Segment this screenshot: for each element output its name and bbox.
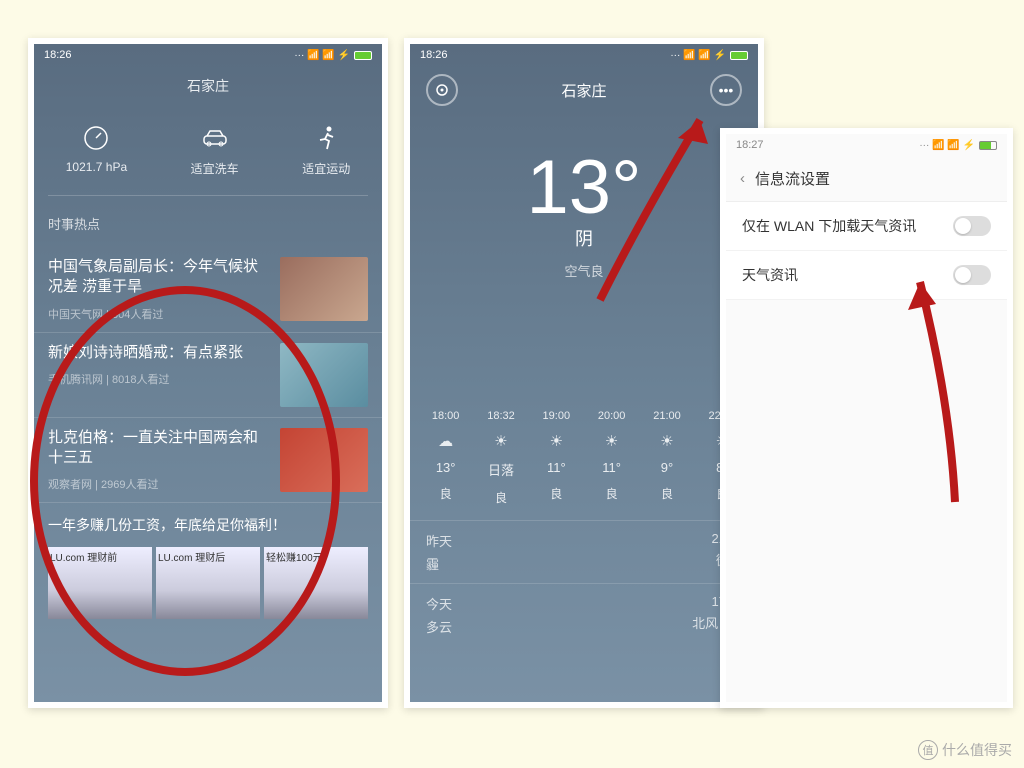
news-thumbnail	[280, 428, 368, 492]
ad-thumb: LU.com 理财前	[48, 547, 152, 619]
news-meta: 观察者网 | 2969人看过	[48, 476, 270, 492]
settings-wlan-item[interactable]: 仅在 WLAN 下加载天气资讯	[726, 202, 1007, 251]
ad-thumb: 轻松赚100元	[264, 547, 368, 619]
metric-pressure[interactable]: 1021.7 hPa	[66, 124, 127, 177]
news-title: 扎克伯格：一直关注中国两会和十三五	[48, 428, 270, 469]
status-icons: ··· 📶 📶 ⚡	[670, 50, 748, 61]
weather-icon: ☁	[432, 432, 460, 450]
hour-item: 18:32 ☀ 日落 良	[487, 410, 515, 506]
daily-row[interactable]: 昨天 霾 21° 9 微风	[410, 520, 758, 583]
watermark-icon: 值	[918, 740, 938, 760]
news-section-title: 时事热点	[34, 196, 382, 247]
news-meta: 中国天气网 | 304人看过	[48, 306, 270, 322]
toggle-switch[interactable]	[953, 216, 991, 236]
temperature: 13°	[410, 144, 758, 231]
news-item[interactable]: 新娘刘诗诗晒婚戒：有点紧张 手机腾讯网 | 8018人看过	[34, 333, 382, 418]
location-button[interactable]	[426, 74, 458, 106]
news-title: 中国气象局副局长：今年气候状况差 涝重于旱	[48, 257, 270, 298]
weather-topbar: 石家庄 •••	[410, 66, 758, 114]
daily-row[interactable]: 今天 多云 17° 8 北风 3级	[410, 583, 758, 646]
toggle-switch[interactable]	[953, 265, 991, 285]
news-item[interactable]: 扎克伯格：一直关注中国两会和十三五 观察者网 | 2969人看过	[34, 418, 382, 504]
status-bar: 18:26 ··· 📶 📶 ⚡	[410, 44, 758, 66]
metrics-row: 1021.7 hPa 适宜洗车 适宜运动	[34, 106, 382, 195]
metric-sport[interactable]: 适宜运动	[302, 124, 350, 177]
ad-strip[interactable]: LU.com 理财前 LU.com 理财后 轻松赚100元	[34, 541, 382, 625]
hour-item: 21:00 ☀ 9° 良	[653, 410, 681, 506]
city-title: 石家庄	[34, 66, 382, 106]
ad-title[interactable]: 一年多赚几份工资，年底给足你福利！	[34, 503, 382, 541]
hour-item: 19:00 ☀ 11° 良	[543, 410, 571, 506]
car-icon	[191, 124, 239, 152]
aqi[interactable]: 空气良	[410, 261, 758, 280]
running-icon	[302, 124, 350, 152]
status-time: 18:26	[420, 49, 448, 61]
gauge-icon	[66, 124, 127, 152]
hour-item: 20:00 ☀ 11° 良	[598, 410, 626, 506]
metric-label: 1021.7 hPa	[66, 160, 127, 174]
phone-news: 18:26 ··· 📶 📶 ⚡ 石家庄 1021.7 hPa 适宜洗车 适宜运动…	[28, 38, 388, 708]
hour-item: 18:00 ☁ 13° 良	[432, 410, 460, 506]
weather-icon: ☀	[653, 432, 681, 450]
news-thumbnail	[280, 257, 368, 321]
metric-carwash[interactable]: 适宜洗车	[191, 124, 239, 177]
status-time: 18:27	[736, 139, 764, 151]
news-meta: 手机腾讯网 | 8018人看过	[48, 371, 270, 387]
settings-item-label: 天气资讯	[742, 265, 798, 285]
status-bar: 18:27 ··· 📶 📶 ⚡	[726, 134, 1007, 156]
settings-title: 信息流设置	[755, 168, 830, 189]
city-title: 石家庄	[561, 80, 606, 101]
news-item[interactable]: 中国气象局副局长：今年气候状况差 涝重于旱 中国天气网 | 304人看过	[34, 247, 382, 333]
settings-header: ‹ 信息流设置	[726, 156, 1007, 202]
metric-label: 适宜洗车	[191, 160, 239, 177]
status-bar: 18:26 ··· 📶 📶 ⚡	[34, 44, 382, 66]
back-icon[interactable]: ‹	[740, 170, 745, 187]
status-time: 18:26	[44, 49, 72, 61]
weather-icon: ☀	[543, 432, 571, 450]
sunset-icon: ☀	[487, 432, 515, 450]
watermark: 值 什么值得买	[918, 740, 1012, 760]
hourly-forecast[interactable]: 18:00 ☁ 13° 良 18:32 ☀ 日落 良 19:00 ☀ 11° 良…	[410, 280, 758, 520]
news-thumbnail	[280, 343, 368, 407]
weather-icon: ☀	[598, 432, 626, 450]
settings-news-item[interactable]: 天气资讯	[726, 251, 1007, 300]
phone-settings: 18:27 ··· 📶 📶 ⚡ ‹ 信息流设置 仅在 WLAN 下加载天气资讯 …	[720, 128, 1013, 708]
ad-thumb: LU.com 理财后	[156, 547, 260, 619]
settings-item-label: 仅在 WLAN 下加载天气资讯	[742, 216, 916, 236]
metric-label: 适宜运动	[302, 160, 350, 177]
phone-weather: 18:26 ··· 📶 📶 ⚡ 石家庄 ••• 13° 阴 空气良 18:00 …	[404, 38, 764, 708]
more-button[interactable]: •••	[710, 74, 742, 106]
condition: 阴	[410, 225, 758, 251]
news-title: 新娘刘诗诗晒婚戒：有点紧张	[48, 343, 270, 363]
status-icons: ··· 📶 📶 ⚡	[919, 140, 997, 151]
status-icons: ··· 📶 📶 ⚡	[294, 50, 372, 61]
